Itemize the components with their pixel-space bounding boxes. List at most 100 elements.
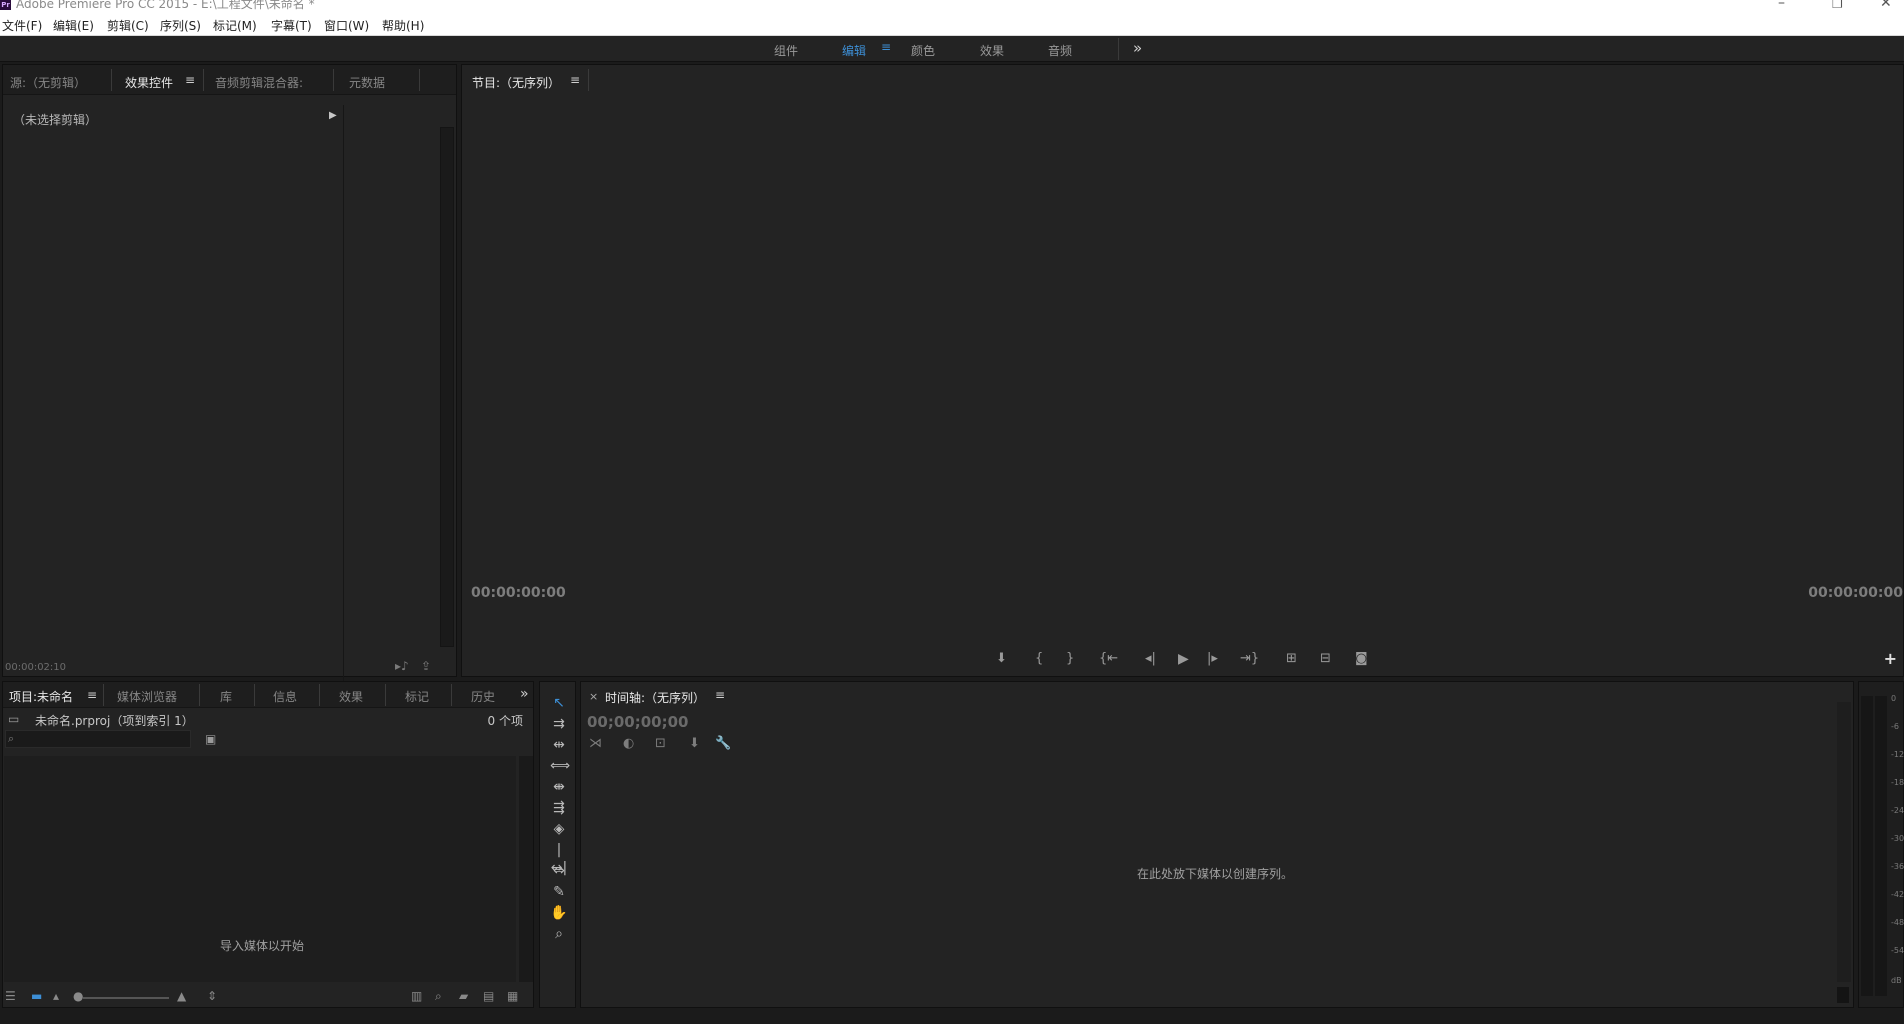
project-items-list[interactable]: 导入媒体以开始 xyxy=(4,756,516,982)
new-bin-icon[interactable]: ▰ xyxy=(459,989,468,1003)
lift-button[interactable]: ⊞ xyxy=(1286,651,1297,666)
timeline-scroll-thumb[interactable] xyxy=(1837,987,1849,1003)
menu-title[interactable]: 字幕(T) xyxy=(271,17,312,34)
minimize-button[interactable]: – xyxy=(1778,0,1785,10)
timeline-settings-icon[interactable]: 🔧 xyxy=(715,736,731,751)
project-panel-menu-icon[interactable]: ≡ xyxy=(87,688,97,702)
new-search-bin-icon[interactable]: ▣ xyxy=(205,732,216,746)
tab-effect-controls[interactable]: 效果控件 xyxy=(125,74,173,91)
tab-markers[interactable]: 标记 xyxy=(405,688,429,705)
tab-program[interactable]: 节目:（无序列） xyxy=(472,74,560,91)
tab-info[interactable]: 信息 xyxy=(273,688,297,705)
project-search-input[interactable] xyxy=(5,730,191,748)
menu-clip[interactable]: 剪辑(C) xyxy=(107,17,149,34)
pen-tool-icon[interactable]: ⇔ xyxy=(550,862,568,880)
mark-out-button[interactable]: } xyxy=(1066,651,1074,666)
menu-marker[interactable]: 标记(M) xyxy=(213,17,257,34)
play-button[interactable]: ▶ xyxy=(1178,651,1189,667)
close-window-button[interactable]: ✕ xyxy=(1880,0,1892,10)
workspace-overflow-icon[interactable]: » xyxy=(1133,39,1142,57)
workspace-menu-icon[interactable]: ≡ xyxy=(881,40,891,54)
program-panel-menu-icon[interactable]: ≡ xyxy=(570,73,580,87)
go-to-out-button[interactable]: ⇥} xyxy=(1240,651,1259,666)
menu-help[interactable]: 帮助(H) xyxy=(382,17,424,34)
tab-effects[interactable]: 效果 xyxy=(339,688,363,705)
tab-libraries[interactable]: 库 xyxy=(220,688,232,705)
zoom-in-icon[interactable]: ▲ xyxy=(177,989,186,1003)
button-editor-icon[interactable]: + xyxy=(1884,649,1897,668)
tab-divider xyxy=(103,684,104,706)
add-marker-icon[interactable]: ⬇ xyxy=(689,736,700,751)
window-title: Adobe Premiere Pro CC 2015 - E:\工程文件\未命名… xyxy=(16,0,315,11)
effect-panel-scrollbar[interactable] xyxy=(440,127,454,647)
nest-sequences-icon[interactable]: ⋊ xyxy=(589,736,602,751)
zoom-slider[interactable] xyxy=(83,997,169,999)
icon-view-icon[interactable]: ▬ xyxy=(31,989,42,1003)
program-panel-tabs: 节目:（无序列） ≡ xyxy=(462,65,1903,95)
slide-tool-icon[interactable]: |↔| xyxy=(550,841,568,876)
step-back-button[interactable]: ◂| xyxy=(1145,651,1156,666)
add-marker-button[interactable]: ⬇ xyxy=(996,651,1007,666)
tab-metadata[interactable]: 元数据 xyxy=(349,74,385,91)
razor-tool-icon[interactable]: ⇶ xyxy=(550,799,568,817)
effect-panel-divider[interactable] xyxy=(343,105,344,685)
new-item-icon[interactable]: ▤ xyxy=(483,989,494,1003)
expand-arrow-icon[interactable]: ▶ xyxy=(329,110,337,121)
tab-audio-clip-mixer[interactable]: 音频剪辑混合器: xyxy=(215,74,303,91)
tab-media-browser[interactable]: 媒体浏览器 xyxy=(117,688,177,705)
menu-edit[interactable]: 编辑(E) xyxy=(53,17,94,34)
ripple-edit-tool-icon[interactable]: ⇹ xyxy=(550,736,568,754)
project-list-scrollbar[interactable] xyxy=(519,756,533,982)
step-forward-button[interactable]: |▸ xyxy=(1207,651,1218,666)
export-frame-button[interactable]: ◙ xyxy=(1355,651,1368,666)
rate-stretch-tool-icon[interactable]: ⇼ xyxy=(550,778,568,796)
timeline-scrollbar[interactable] xyxy=(1837,702,1851,982)
drop-media-prompt[interactable]: 在此处放下媒体以创建序列。 xyxy=(1137,865,1293,882)
zoom-slider-handle[interactable]: ● xyxy=(73,989,83,1003)
hand-icon[interactable]: ✋ xyxy=(550,904,568,922)
find-icon[interactable]: ⌕ xyxy=(435,989,442,1004)
rolling-edit-tool-icon[interactable]: ⟺ xyxy=(550,757,570,775)
menu-window[interactable]: 窗口(W) xyxy=(324,17,369,34)
clear-icon[interactable]: ▦ xyxy=(507,989,518,1003)
track-select-tool-icon[interactable]: ⇉ xyxy=(550,715,568,733)
hand-tool-icon[interactable]: ✎ xyxy=(550,883,568,901)
workspace-bar: 组件 编辑 ≡ 颜色 效果 音频 » xyxy=(0,36,1904,62)
workspace-audio[interactable]: 音频 xyxy=(1048,42,1072,59)
program-playhead-timecode[interactable]: 00:00:00:00 xyxy=(471,585,566,601)
go-to-in-button[interactable]: {⇤ xyxy=(1099,651,1118,666)
close-timeline-icon[interactable]: × xyxy=(589,690,598,703)
import-media-prompt[interactable]: 导入媒体以开始 xyxy=(220,937,304,954)
slip-tool-icon[interactable]: ◈ xyxy=(550,820,568,838)
workspace-color[interactable]: 颜色 xyxy=(911,42,935,59)
snap-icon[interactable]: ◐ xyxy=(623,736,634,751)
tab-timeline[interactable]: 时间轴:（无序列） xyxy=(605,689,705,706)
workspace-editing[interactable]: 编辑 xyxy=(842,42,866,59)
timeline-panel: × 时间轴:（无序列） ≡ 00;00;00;00 ⋊ ◐ ⊡ ⬇ 🔧 在此处放… xyxy=(580,681,1854,1008)
selection-tool-icon[interactable]: ↖ xyxy=(550,694,568,712)
filter-audio-icon[interactable]: ▸♪ xyxy=(395,659,409,673)
effect-panel-menu-icon[interactable]: ≡ xyxy=(185,73,195,87)
automate-to-sequence-icon[interactable]: ▥ xyxy=(411,989,422,1003)
tab-source[interactable]: 源:（无剪辑） xyxy=(10,74,86,91)
timeline-timecode[interactable]: 00;00;00;00 xyxy=(587,713,689,731)
project-tabs-overflow-icon[interactable]: » xyxy=(520,686,529,702)
linked-selection-icon[interactable]: ⊡ xyxy=(655,736,666,751)
mark-in-button[interactable]: { xyxy=(1035,651,1043,666)
list-view-icon[interactable]: ☰ xyxy=(5,989,16,1003)
workspace-effects[interactable]: 效果 xyxy=(980,42,1004,59)
timeline-menu-icon[interactable]: ≡ xyxy=(715,688,725,702)
extract-button[interactable]: ⊟ xyxy=(1320,651,1331,666)
menu-file[interactable]: 文件(F) xyxy=(2,17,42,34)
export-icon[interactable]: ⇪ xyxy=(421,659,431,673)
restore-button[interactable]: ❐ xyxy=(1832,0,1843,10)
zoom-out-icon[interactable]: ▴ xyxy=(53,989,59,1003)
workspace-assembly[interactable]: 组件 xyxy=(774,42,798,59)
zoom-tool-icon[interactable]: ⌕ xyxy=(550,925,568,943)
tab-history[interactable]: 历史 xyxy=(471,688,495,705)
sort-icon[interactable]: ⇕ xyxy=(207,989,217,1003)
tab-project[interactable]: 项目:未命名 xyxy=(9,688,73,705)
audio-meters-panel: 0 -6 -12 -18 -24 -30 -36 -42 -48 -54 dB xyxy=(1858,681,1904,1008)
project-file-name: 未命名.prproj（项到索引 1） xyxy=(35,714,194,728)
menu-sequence[interactable]: 序列(S) xyxy=(160,17,201,34)
